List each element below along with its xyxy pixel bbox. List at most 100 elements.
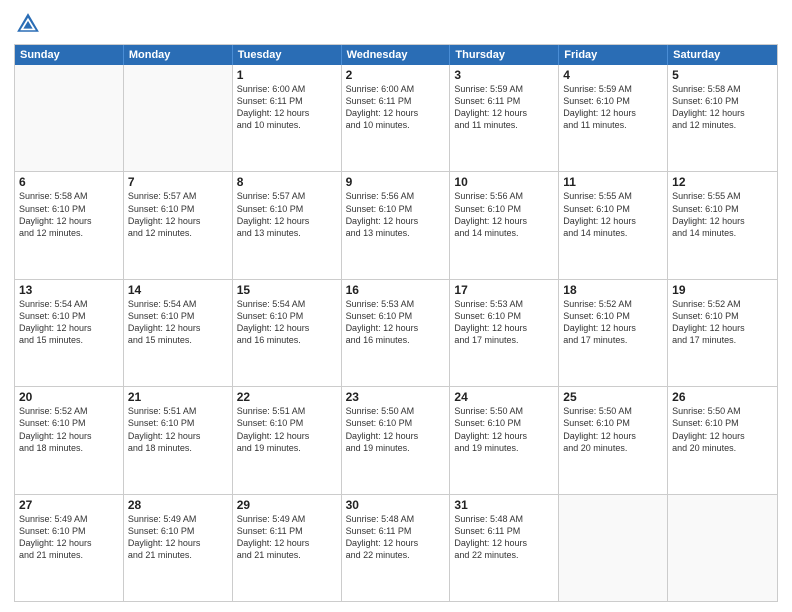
day-number: 13 [19,283,119,297]
day-info: Sunrise: 5:54 AM Sunset: 6:10 PM Dayligh… [237,298,337,347]
day-info: Sunrise: 5:54 AM Sunset: 6:10 PM Dayligh… [19,298,119,347]
day-number: 31 [454,498,554,512]
calendar-cell: 16Sunrise: 5:53 AM Sunset: 6:10 PM Dayli… [342,280,451,386]
day-number: 5 [672,68,773,82]
calendar-cell: 7Sunrise: 5:57 AM Sunset: 6:10 PM Daylig… [124,172,233,278]
header [14,10,778,38]
day-info: Sunrise: 5:55 AM Sunset: 6:10 PM Dayligh… [563,190,663,239]
day-info: Sunrise: 5:51 AM Sunset: 6:10 PM Dayligh… [128,405,228,454]
calendar-cell: 22Sunrise: 5:51 AM Sunset: 6:10 PM Dayli… [233,387,342,493]
day-number: 3 [454,68,554,82]
day-info: Sunrise: 5:59 AM Sunset: 6:10 PM Dayligh… [563,83,663,132]
day-number: 8 [237,175,337,189]
day-number: 2 [346,68,446,82]
day-number: 17 [454,283,554,297]
cal-header-friday: Friday [559,45,668,65]
day-info: Sunrise: 5:49 AM Sunset: 6:11 PM Dayligh… [237,513,337,562]
day-info: Sunrise: 5:59 AM Sunset: 6:11 PM Dayligh… [454,83,554,132]
day-info: Sunrise: 5:54 AM Sunset: 6:10 PM Dayligh… [128,298,228,347]
day-number: 11 [563,175,663,189]
day-number: 19 [672,283,773,297]
day-number: 12 [672,175,773,189]
day-number: 16 [346,283,446,297]
day-info: Sunrise: 5:48 AM Sunset: 6:11 PM Dayligh… [346,513,446,562]
calendar-week-3: 13Sunrise: 5:54 AM Sunset: 6:10 PM Dayli… [15,279,777,386]
day-info: Sunrise: 5:57 AM Sunset: 6:10 PM Dayligh… [128,190,228,239]
cal-header-wednesday: Wednesday [342,45,451,65]
day-number: 24 [454,390,554,404]
day-info: Sunrise: 5:53 AM Sunset: 6:10 PM Dayligh… [454,298,554,347]
day-number: 30 [346,498,446,512]
calendar-header-row: SundayMondayTuesdayWednesdayThursdayFrid… [15,45,777,65]
day-info: Sunrise: 5:50 AM Sunset: 6:10 PM Dayligh… [672,405,773,454]
calendar-body: 1Sunrise: 6:00 AM Sunset: 6:11 PM Daylig… [15,65,777,601]
calendar-cell: 3Sunrise: 5:59 AM Sunset: 6:11 PM Daylig… [450,65,559,171]
calendar-week-4: 20Sunrise: 5:52 AM Sunset: 6:10 PM Dayli… [15,386,777,493]
cal-header-thursday: Thursday [450,45,559,65]
day-info: Sunrise: 5:53 AM Sunset: 6:10 PM Dayligh… [346,298,446,347]
day-info: Sunrise: 5:51 AM Sunset: 6:10 PM Dayligh… [237,405,337,454]
calendar-cell: 29Sunrise: 5:49 AM Sunset: 6:11 PM Dayli… [233,495,342,601]
calendar-cell: 23Sunrise: 5:50 AM Sunset: 6:10 PM Dayli… [342,387,451,493]
day-info: Sunrise: 6:00 AM Sunset: 6:11 PM Dayligh… [237,83,337,132]
calendar-cell: 1Sunrise: 6:00 AM Sunset: 6:11 PM Daylig… [233,65,342,171]
calendar-cell: 4Sunrise: 5:59 AM Sunset: 6:10 PM Daylig… [559,65,668,171]
calendar-cell: 24Sunrise: 5:50 AM Sunset: 6:10 PM Dayli… [450,387,559,493]
day-number: 4 [563,68,663,82]
day-info: Sunrise: 5:58 AM Sunset: 6:10 PM Dayligh… [672,83,773,132]
calendar-cell: 13Sunrise: 5:54 AM Sunset: 6:10 PM Dayli… [15,280,124,386]
calendar-cell: 21Sunrise: 5:51 AM Sunset: 6:10 PM Dayli… [124,387,233,493]
calendar-cell: 31Sunrise: 5:48 AM Sunset: 6:11 PM Dayli… [450,495,559,601]
calendar-cell: 20Sunrise: 5:52 AM Sunset: 6:10 PM Dayli… [15,387,124,493]
day-info: Sunrise: 5:55 AM Sunset: 6:10 PM Dayligh… [672,190,773,239]
calendar-cell: 8Sunrise: 5:57 AM Sunset: 6:10 PM Daylig… [233,172,342,278]
day-info: Sunrise: 5:52 AM Sunset: 6:10 PM Dayligh… [672,298,773,347]
calendar-cell: 14Sunrise: 5:54 AM Sunset: 6:10 PM Dayli… [124,280,233,386]
day-info: Sunrise: 5:52 AM Sunset: 6:10 PM Dayligh… [563,298,663,347]
day-info: Sunrise: 5:50 AM Sunset: 6:10 PM Dayligh… [346,405,446,454]
calendar-cell: 5Sunrise: 5:58 AM Sunset: 6:10 PM Daylig… [668,65,777,171]
day-number: 10 [454,175,554,189]
day-info: Sunrise: 5:56 AM Sunset: 6:10 PM Dayligh… [454,190,554,239]
cal-header-sunday: Sunday [15,45,124,65]
calendar: SundayMondayTuesdayWednesdayThursdayFrid… [14,44,778,602]
day-info: Sunrise: 5:56 AM Sunset: 6:10 PM Dayligh… [346,190,446,239]
page: SundayMondayTuesdayWednesdayThursdayFrid… [0,0,792,612]
day-info: Sunrise: 5:49 AM Sunset: 6:10 PM Dayligh… [19,513,119,562]
day-number: 9 [346,175,446,189]
calendar-cell [124,65,233,171]
calendar-cell: 15Sunrise: 5:54 AM Sunset: 6:10 PM Dayli… [233,280,342,386]
calendar-cell: 6Sunrise: 5:58 AM Sunset: 6:10 PM Daylig… [15,172,124,278]
day-number: 29 [237,498,337,512]
calendar-cell: 27Sunrise: 5:49 AM Sunset: 6:10 PM Dayli… [15,495,124,601]
calendar-week-5: 27Sunrise: 5:49 AM Sunset: 6:10 PM Dayli… [15,494,777,601]
logo [14,10,46,38]
cal-header-monday: Monday [124,45,233,65]
day-info: Sunrise: 5:58 AM Sunset: 6:10 PM Dayligh… [19,190,119,239]
calendar-cell: 25Sunrise: 5:50 AM Sunset: 6:10 PM Dayli… [559,387,668,493]
calendar-cell [559,495,668,601]
day-number: 26 [672,390,773,404]
day-number: 27 [19,498,119,512]
calendar-cell: 2Sunrise: 6:00 AM Sunset: 6:11 PM Daylig… [342,65,451,171]
calendar-cell: 28Sunrise: 5:49 AM Sunset: 6:10 PM Dayli… [124,495,233,601]
day-number: 28 [128,498,228,512]
day-number: 15 [237,283,337,297]
day-number: 18 [563,283,663,297]
calendar-cell [668,495,777,601]
day-info: Sunrise: 5:49 AM Sunset: 6:10 PM Dayligh… [128,513,228,562]
day-number: 25 [563,390,663,404]
calendar-cell: 11Sunrise: 5:55 AM Sunset: 6:10 PM Dayli… [559,172,668,278]
calendar-week-1: 1Sunrise: 6:00 AM Sunset: 6:11 PM Daylig… [15,65,777,171]
calendar-cell: 12Sunrise: 5:55 AM Sunset: 6:10 PM Dayli… [668,172,777,278]
day-number: 1 [237,68,337,82]
calendar-cell: 19Sunrise: 5:52 AM Sunset: 6:10 PM Dayli… [668,280,777,386]
day-number: 22 [237,390,337,404]
calendar-cell: 9Sunrise: 5:56 AM Sunset: 6:10 PM Daylig… [342,172,451,278]
day-number: 23 [346,390,446,404]
logo-icon [14,10,42,38]
day-info: Sunrise: 6:00 AM Sunset: 6:11 PM Dayligh… [346,83,446,132]
cal-header-saturday: Saturday [668,45,777,65]
day-number: 21 [128,390,228,404]
day-number: 20 [19,390,119,404]
